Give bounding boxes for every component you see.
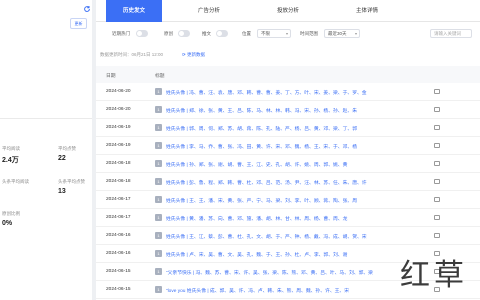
hot-filter-label: 近期热门	[112, 31, 130, 36]
update-data-label: 更新数据	[187, 52, 206, 57]
position-badge: 1	[155, 124, 162, 131]
image-icon	[434, 107, 440, 112]
row-date: 2024-06-16	[106, 251, 131, 256]
row-date: 2024-06-18	[106, 179, 131, 184]
stat-head-like-value: 13	[58, 188, 66, 195]
account-summary-panel: 更新 平均阅读 2.4万 平均点赞 22 头条平均阅读 头条平均点赞 13 原创…	[0, 0, 92, 300]
position-badge: 1	[155, 250, 162, 257]
article-title-link[interactable]: 姓氏头像 | 王、江、蔡、彭、曹、杜、孔、文、胡、于、严、钟、杨、戴、冯、成、胡…	[166, 233, 432, 240]
image-icon	[434, 197, 440, 202]
article-title-link[interactable]: “love you 姓氏头像 | 成、郭、吴、许、冯、卢、韩、朱、熊、周、魏、孙…	[166, 287, 432, 294]
tab-entity-details[interactable]: 主体详情	[339, 0, 395, 22]
position-select[interactable]: 不限 ▾	[257, 29, 291, 38]
stat-avg-like-value: 22	[58, 155, 66, 162]
page: 更新 平均阅读 2.4万 平均点赞 22 头条平均阅读 头条平均点赞 13 原创…	[0, 0, 480, 300]
stat-head-read-label: 头条平均阅读	[2, 179, 29, 184]
update-data-link[interactable]: ⟳ 更新数据	[182, 52, 205, 58]
article-title-link[interactable]: 姓氏头像 | 卢、宋、吴、曹、文、吴、孔、魏、于、王、孙、杜、卢、李、郭、刘、谢	[166, 251, 432, 258]
stat-original-label: 原创比例	[2, 211, 20, 216]
stat-avg-like-label: 平均点赞	[58, 146, 76, 151]
tab-ad-analysis[interactable]: 广告分析	[181, 0, 237, 22]
position-badge: 1	[155, 214, 162, 221]
headline-filter-label: 推文	[202, 31, 211, 36]
article-title-link[interactable]: 姓氏头像 | 孙、郑、张、谢、胡、曹、王、江、史、孔、胡、许、姚、周、郭、姚、黄	[166, 161, 432, 168]
chevron-down-icon: ▾	[354, 31, 357, 36]
row-date: 2024-06-20	[106, 107, 131, 112]
table-row[interactable]: 2024-06-18 1 姓氏头像 | 彭、鲁、程、郑、韩、曹、杜、邓、吕、范、汤、…	[96, 173, 480, 191]
position-badge: 1	[155, 286, 162, 293]
table-row[interactable]: 2024-06-17 1 姓氏头像 | 王、王、潘、宋、黄、张、严、宁、马、梁、刘、…	[96, 191, 480, 209]
image-icon	[434, 233, 440, 238]
data-updated-time: 数据更新时间：06月21日 12:00	[100, 52, 164, 57]
article-title-link[interactable]: 姓氏头像 | 冯、曹、汪、袁、唐、邓、韩、曹、曹、姜、丁、方、叶、宋、姜、梁、于…	[166, 89, 432, 96]
article-title-link[interactable]: 姓氏头像 | 李、马、乔、曹、张、冯、田、黄、许、宋、邓、魏、杨、王、宋、于、邓…	[166, 143, 432, 150]
article-title-link[interactable]: 姓氏头像 | 郑、徐、张、黄、王、吕、陈、马、林、林、韩、冯、宋、孙、杨、孙、赵…	[166, 107, 432, 114]
position-badge: 1	[155, 88, 162, 95]
position-badge: 1	[155, 160, 162, 167]
table-header: 日期 标题	[96, 66, 480, 83]
header-title: 标题	[155, 74, 165, 79]
position-badge: 1	[155, 196, 162, 203]
search-input[interactable]: 请输入关键词	[430, 29, 472, 38]
row-date: 2024-06-17	[106, 215, 131, 220]
table-row[interactable]: 2024-06-18 1 姓氏头像 | 孙、郑、张、谢、胡、曹、王、江、史、孔、胡、…	[96, 155, 480, 173]
tab-placement-analysis[interactable]: 投放分析	[260, 0, 316, 22]
headline-toggle[interactable]	[216, 30, 228, 37]
stat-original-value: 0%	[2, 220, 13, 227]
time-range-select-value: 最近30天	[328, 31, 347, 36]
time-range-select[interactable]: 最近30天 ▾	[324, 29, 360, 38]
table-row[interactable]: 2024-06-16 1 姓氏头像 | 王、江、蔡、彭、曹、杜、孔、文、胡、于、严、…	[96, 227, 480, 245]
image-icon	[434, 125, 440, 130]
article-title-link[interactable]: 姓氏头像 | 黄、潘、苏、向、曹、邓、施、潘、胡、林、甘、林、周、杨、曹、周、龙	[166, 215, 432, 222]
stat-head-like-label: 头条平均点赞	[58, 179, 85, 184]
divider	[0, 118, 92, 119]
position-badge: 1	[155, 232, 162, 239]
tab-bar: 历史发文 广告分析 投放分析 主体详情	[96, 0, 480, 22]
row-date: 2024-06-15	[106, 269, 131, 274]
original-filter-label: 原创	[164, 31, 173, 36]
table-row[interactable]: 2024-06-20 1 姓氏头像 | 郑、徐、张、黄、王、吕、陈、马、林、林、韩、…	[96, 101, 480, 119]
image-icon	[434, 89, 440, 94]
refresh-icon[interactable]	[83, 5, 91, 13]
row-date: 2024-06-19	[106, 125, 131, 130]
image-icon	[434, 179, 440, 184]
image-icon	[434, 143, 440, 148]
article-title-link[interactable]: 姓氏头像 | 王、王、潘、宋、黄、张、严、宁、马、梁、刘、李、叶、顾、蒋、陶、张…	[166, 197, 432, 204]
image-icon	[434, 215, 440, 220]
table-row[interactable]: 2024-06-20 1 姓氏头像 | 冯、曹、汪、袁、唐、邓、韩、曹、曹、姜、丁、…	[96, 83, 480, 101]
time-range-label: 时间范围	[300, 31, 318, 36]
row-date: 2024-06-20	[106, 89, 131, 94]
position-badge: 1	[155, 268, 162, 275]
article-title-link[interactable]: 姓氏头像 | 彭、鲁、程、郑、韩、曹、杜、邓、吕、范、汤、尹、汪、林、苏、任、朱…	[166, 179, 432, 186]
table-row[interactable]: 2024-06-19 1 姓氏头像 | 郭、周、何、郑、苏、胡、蒋、陈、孔、陆、严、…	[96, 119, 480, 137]
header-date: 日期	[106, 74, 116, 79]
hot-toggle[interactable]	[136, 30, 148, 37]
image-icon	[434, 161, 440, 166]
chevron-down-icon: ▾	[285, 31, 288, 36]
position-badge: 1	[155, 178, 162, 185]
position-badge: 1	[155, 106, 162, 113]
table-row[interactable]: 2024-06-17 1 姓氏头像 | 黄、潘、苏、向、曹、邓、施、潘、胡、林、甘、…	[96, 209, 480, 227]
row-date: 2024-06-18	[106, 161, 131, 166]
watermark-logo: 红草	[400, 258, 468, 293]
row-date: 2024-06-15	[106, 287, 131, 292]
row-date: 2024-06-17	[106, 197, 131, 202]
position-badge: 1	[155, 142, 162, 149]
tab-history-posts[interactable]: 历史发文	[106, 0, 162, 22]
stat-avg-read-label: 平均阅读	[2, 146, 20, 151]
original-toggle[interactable]	[178, 30, 190, 37]
article-title-link[interactable]: “父亲节快乐 | 冯、魏、苏、曹、宋、许、吴、张、梁、陈、熊、邓、黄、吕、叶、马…	[166, 269, 432, 276]
filter-bar: 近期热门 原创 推文 位置 不限 ▾ 时间范围 最近30天 ▾ 请输入关键词	[96, 27, 480, 41]
position-select-value: 不限	[261, 31, 270, 36]
table-row[interactable]: 2024-06-19 1 姓氏头像 | 李、马、乔、曹、张、冯、田、黄、许、宋、邓、…	[96, 137, 480, 155]
stat-avg-read-value: 2.4万	[2, 157, 19, 164]
article-title-link[interactable]: 姓氏头像 | 郭、周、何、郑、苏、胡、蒋、陈、孔、陆、严、杨、吕、黄、邓、梁、丁…	[166, 125, 432, 132]
position-label: 位置	[242, 31, 251, 36]
update-pill-button[interactable]: 更新	[70, 18, 87, 29]
row-date: 2024-06-19	[106, 143, 131, 148]
row-date: 2024-06-16	[106, 233, 131, 238]
